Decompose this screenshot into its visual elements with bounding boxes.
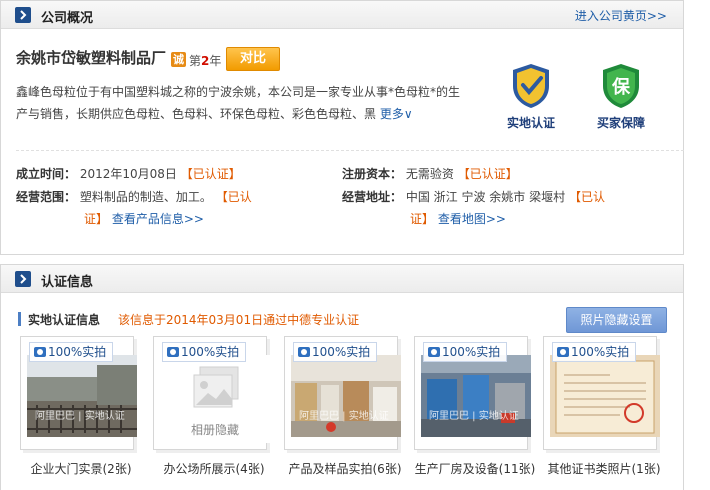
arrow-right-icon	[15, 7, 31, 23]
real-photo-label: 100%实拍	[312, 345, 371, 359]
onsite-cert-subtitle: 实地认证信息	[28, 313, 101, 327]
bracket-open: 【	[180, 167, 193, 181]
scope-label: 经营范围：	[16, 190, 77, 204]
buyer-protection-badge[interactable]: 保 买家保障	[586, 62, 656, 131]
certificate-photo	[550, 355, 660, 437]
gate-photo: 阿里巴巴 | 实地认证	[27, 355, 137, 437]
bracket-open: 【	[215, 190, 228, 204]
address-value: 中国 浙江 宁波 余姚市 梁堰村	[405, 190, 566, 204]
compare-button[interactable]: 对比	[226, 47, 280, 71]
real-photo-label: 100%实拍	[442, 345, 501, 359]
scope-row: 经营范围： 塑料制品的制造、加工。 【已认	[16, 186, 276, 208]
cert-header: 认证信息	[1, 265, 683, 293]
album-caption[interactable]: 企业大门实景(2张)	[16, 460, 146, 477]
overview-header: 公司概况 进入公司黄页>>	[1, 1, 683, 29]
scope-certified-a: 已认	[227, 190, 252, 204]
overview-title: 公司概况	[41, 11, 94, 26]
established-label: 成立时间：	[16, 167, 77, 181]
bracket-close: 】	[228, 167, 241, 181]
album-frame: 相册隐藏 100%实拍	[153, 336, 270, 450]
camera-icon	[298, 347, 310, 357]
album-caption[interactable]: 其他证书类照片(1张)	[539, 460, 669, 477]
view-products-link[interactable]: 查看产品信息>>	[112, 212, 204, 226]
real-photo-label: 100%实拍	[181, 345, 240, 359]
company-description: 鑫峰色母粒位于有中国塑料城之称的宁波余姚，本公司是一家专业从事*色母粒*的生产与…	[16, 81, 471, 125]
products-photo: 阿里巴巴 | 实地认证	[291, 355, 401, 437]
bracket-open: 【	[568, 190, 581, 204]
album-products[interactable]: 阿里巴巴 | 实地认证 100%实拍 产品及样品实拍(6张)	[284, 336, 403, 476]
camera-icon	[428, 347, 440, 357]
view-map-link[interactable]: 查看地图>>	[438, 212, 506, 226]
buyer-protection-shield-icon: 保	[603, 64, 639, 108]
more-link[interactable]: 更多∨	[380, 107, 413, 121]
page-right-gutter	[686, 0, 710, 490]
camera-icon	[557, 347, 569, 357]
buyer-protection-glyph: 保	[611, 76, 631, 98]
capital-certified: 已认证	[469, 167, 506, 181]
real-photo-label: 100%实拍	[48, 345, 107, 359]
capital-row: 注册资本： 无需验资 【已认证】	[342, 163, 518, 185]
camera-icon	[167, 347, 179, 357]
onsite-verified-badge[interactable]: 实地认证	[496, 62, 566, 131]
album-caption[interactable]: 产品及样品实拍(6张)	[280, 460, 410, 477]
section-marker	[18, 312, 21, 326]
real-photo-tag: 100%实拍	[29, 342, 114, 362]
bracket-close: 】	[505, 167, 518, 181]
bracket-close: 】	[422, 212, 435, 226]
factory-photo: 阿里巴巴 | 实地认证	[421, 355, 531, 437]
album-frame: 阿里巴巴 | 实地认证 100%实拍	[414, 336, 531, 450]
real-photo-tag: 100%实拍	[423, 342, 508, 362]
album-gate[interactable]: 阿里巴巴 | 实地认证 100%实拍 企业大门实景(2张)	[20, 336, 139, 476]
album-certificates[interactable]: 100%实拍 其他证书类照片(1张)	[543, 336, 662, 476]
cert-title: 认证信息	[41, 275, 94, 290]
established-row: 成立时间： 2012年10月08日 【已认证】	[16, 163, 241, 185]
address-row: 经营地址： 中国 浙江 宁波 余姚市 梁堰村 【已认	[342, 186, 622, 208]
buyer-protection-label: 买家保障	[596, 116, 645, 130]
scope-certified-b: 证	[84, 212, 97, 226]
photo-hide-setting-button[interactable]: 照片隐藏设置	[566, 307, 667, 333]
album-caption[interactable]: 生产厂房及设备(11张)	[410, 460, 540, 477]
bracket-open: 【	[457, 167, 470, 181]
photo-watermark: 阿里巴巴 | 实地认证	[429, 411, 519, 422]
verified-shield-icon	[513, 64, 549, 108]
scope-value: 塑料制品的制造、加工。	[79, 190, 212, 204]
year-prefix: 第	[189, 54, 202, 68]
address-label: 经营地址：	[342, 190, 403, 204]
album-frame: 100%实拍	[543, 336, 660, 450]
cheng-icon[interactable]: 诚	[171, 52, 186, 67]
photo-watermark: 阿里巴巴 | 实地认证	[35, 411, 125, 422]
address-certified-a: 已认	[580, 190, 605, 204]
cert-date-note: 该信息于2014年03月01日通过中德专业认证	[118, 313, 360, 327]
album-caption[interactable]: 办公场所展示(4张)	[149, 460, 279, 477]
address-certified-b: 证	[410, 212, 423, 226]
address-row-cont: 证】 查看地图>>	[410, 208, 506, 230]
hidden-album-placeholder: 相册隐藏	[160, 355, 270, 443]
membership-years: 第2年	[189, 52, 221, 69]
enter-company-home-link[interactable]: 进入公司黄页>>	[575, 7, 667, 24]
company-name[interactable]: 余姚市岱敏塑料制品厂	[16, 47, 166, 68]
album-frame: 阿里巴巴 | 实地认证 100%实拍	[20, 336, 137, 450]
photo-watermark: 阿里巴巴 | 实地认证	[299, 411, 389, 422]
real-photo-tag: 100%实拍	[162, 342, 247, 362]
album-hidden-label: 相册隐藏	[190, 423, 239, 437]
established-value: 2012年10月08日	[79, 167, 177, 181]
real-photo-label: 100%实拍	[571, 345, 630, 359]
capital-label: 注册资本：	[342, 167, 403, 181]
capital-value: 无需验资	[405, 167, 454, 181]
onsite-verified-label: 实地认证	[506, 116, 555, 130]
established-certified: 已认证	[192, 167, 229, 181]
scope-row-cont: 证】 查看产品信息>>	[84, 208, 204, 230]
album-office[interactable]: 相册隐藏 100%实拍 办公场所展示(4张)	[153, 336, 272, 476]
camera-icon	[34, 347, 46, 357]
arrow-right-icon	[15, 271, 31, 287]
album-factory[interactable]: 阿里巴巴 | 实地认证 100%实拍 生产厂房及设备(11张)	[414, 336, 535, 476]
year-suffix: 年	[209, 54, 222, 68]
photo-placeholder-icon	[193, 366, 239, 408]
bracket-close: 】	[96, 212, 109, 226]
album-frame: 阿里巴巴 | 实地认证 100%实拍	[284, 336, 401, 450]
real-photo-tag: 100%实拍	[552, 342, 637, 362]
real-photo-tag: 100%实拍	[293, 342, 378, 362]
overview-divider	[16, 150, 694, 151]
